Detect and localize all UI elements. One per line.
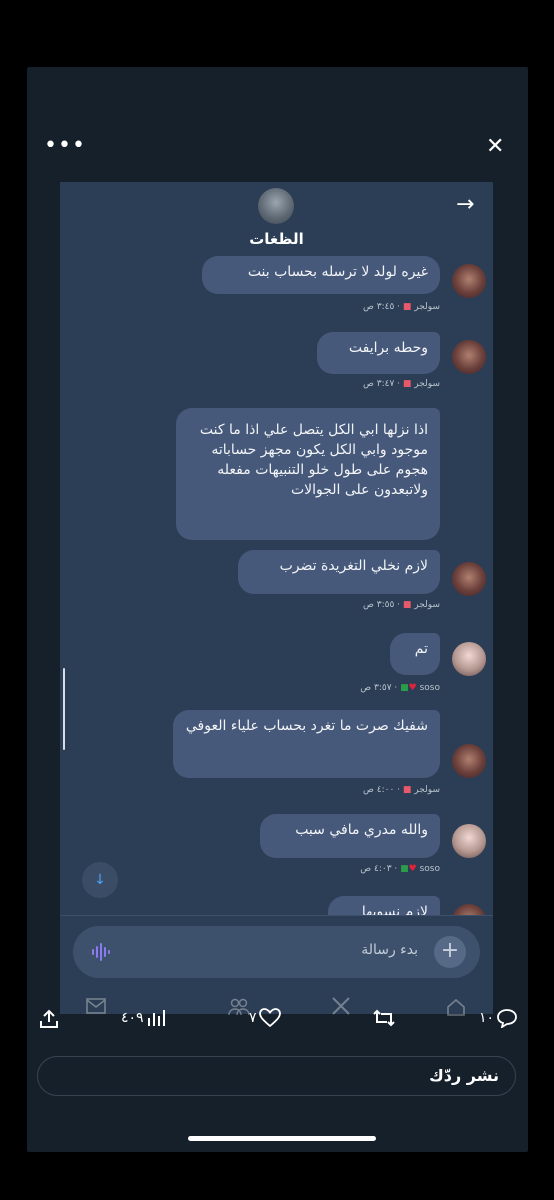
reply-input[interactable]: نشر ردّك [37, 1056, 516, 1096]
views-count: ٤٠٩ [121, 1010, 144, 1026]
message-text: شفيك صرت ما تغرد بحساب علياء العوفي [185, 718, 428, 734]
replies-count: ١٠ [479, 1010, 495, 1026]
plus-button[interactable]: + [434, 936, 466, 968]
message-bubble: اذا نزلها ابي الكل يتصل علي اذا ما كنت م… [176, 408, 440, 540]
share-button[interactable] [38, 1008, 60, 1030]
repost-button[interactable] [372, 1008, 396, 1028]
more-options-button[interactable]: ••• [44, 135, 86, 157]
voice-wave-icon[interactable] [91, 942, 113, 962]
message-text: لازم نخلي التغريدة تضرب [279, 558, 428, 574]
avatar [452, 340, 486, 374]
message-text: والله مدري مافي سبب [295, 822, 428, 838]
heart-icon [258, 1008, 281, 1028]
message-bubble: وحطه برايفت [317, 332, 440, 374]
like-button[interactable]: ٧ [249, 1008, 281, 1028]
message-list: غيره لولد لا ترسله بحساب بنت سولجر ■ · ٣… [60, 182, 493, 938]
share-icon [40, 1009, 58, 1028]
home-indicator[interactable] [188, 1136, 376, 1141]
avatar [452, 824, 486, 858]
post-actions-bar: ٤٠٩ ٧ ١٠ [27, 1000, 528, 1044]
chat-title: الظغات [249, 230, 304, 248]
message-meta: سولجر ■ · ٣:٤٥ ص [363, 302, 440, 312]
message-text: وحطه برايفت [348, 340, 428, 356]
chat-screenshot: غيره لولد لا ترسله بحساب بنت سولجر ■ · ٣… [60, 182, 493, 1014]
views-button[interactable]: ٤٠٩ [121, 1008, 166, 1028]
input-placeholder: بدء رسالة [361, 942, 418, 958]
reply-count-button[interactable]: ١٠ [479, 1008, 518, 1028]
chat-header: الظغات → [60, 182, 493, 256]
message-input[interactable]: + بدء رسالة [73, 926, 480, 978]
avatar [452, 642, 486, 676]
message-bubble: والله مدري مافي سبب [260, 814, 440, 858]
bar-chart-icon [147, 1010, 165, 1026]
repost-icon [373, 1009, 395, 1027]
message-bubble: تم [390, 633, 440, 675]
avatar [452, 562, 486, 596]
back-arrow-icon[interactable]: → [456, 192, 474, 217]
message-bubble: شفيك صرت ما تغرد بحساب علياء العوفي [173, 710, 440, 778]
message-text: غيره لولد لا ترسله بحساب بنت [247, 264, 428, 280]
message-meta: soso ♥■ · ٤:٠٣ ص [360, 864, 440, 874]
avatar [452, 264, 486, 298]
comment-icon [497, 1009, 517, 1028]
message-meta: سولجر ■ · ٤:٠٠ ص [363, 785, 440, 795]
scrollbar[interactable] [63, 668, 65, 750]
scroll-down-button[interactable]: ↓ [82, 862, 118, 898]
reply-placeholder: نشر ردّك [429, 1066, 499, 1085]
message-meta: soso ♥■ · ٣:٥٧ ص [360, 683, 440, 693]
close-button[interactable]: ✕ [486, 134, 504, 160]
message-text: اذا نزلها ابي الكل يتصل علي اذا ما كنت م… [199, 422, 428, 498]
message-meta: سولجر ■ · ٣:٥٥ ص [363, 600, 440, 610]
message-bubble: غيره لولد لا ترسله بحساب بنت [202, 256, 440, 294]
group-avatar[interactable] [258, 188, 294, 224]
message-meta: سولجر ■ · ٣:٤٧ ص [363, 379, 440, 389]
avatar [452, 744, 486, 778]
likes-count: ٧ [249, 1010, 257, 1026]
message-bubble: لازم نخلي التغريدة تضرب [238, 550, 440, 594]
message-text: تم [414, 641, 428, 657]
